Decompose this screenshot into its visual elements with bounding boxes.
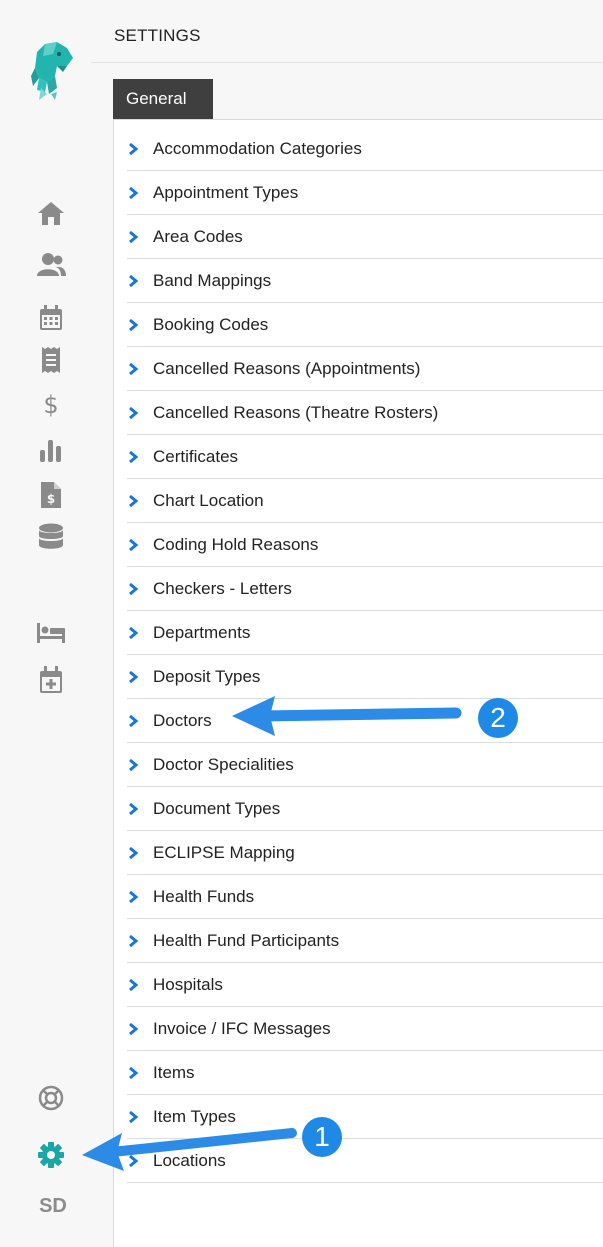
- settings-list-item[interactable]: Certificates: [127, 435, 603, 479]
- chevron-right-icon: [129, 934, 139, 947]
- settings-list-item[interactable]: Band Mappings: [127, 259, 603, 303]
- chevron-right-icon: [129, 846, 139, 859]
- chevron-right-icon: [129, 1066, 139, 1079]
- settings-list-item-label: Doctors: [153, 710, 212, 730]
- database-icon[interactable]: [36, 522, 66, 552]
- chevron-right-icon: [129, 362, 139, 375]
- settings-list-item[interactable]: Hospitals: [127, 963, 603, 1007]
- settings-list-item-label: Booking Codes: [153, 314, 269, 334]
- help-icon[interactable]: [36, 1083, 66, 1113]
- settings-list-item[interactable]: Health Funds: [127, 875, 603, 919]
- settings-list-item[interactable]: Items: [127, 1051, 603, 1095]
- settings-list-item-label: Accommodation Categories: [153, 138, 362, 158]
- settings-list-item[interactable]: Doctors: [127, 699, 603, 743]
- chevron-right-icon: [129, 494, 139, 507]
- calendar-add-icon[interactable]: [36, 665, 66, 695]
- chevron-right-icon: [129, 670, 139, 683]
- settings-list-item-label: Document Types: [153, 798, 281, 818]
- annotation-badge-2-label: 2: [490, 702, 506, 733]
- annotation-badge-2: 2: [478, 698, 518, 738]
- invoice-icon[interactable]: $: [36, 480, 66, 510]
- tab-general-label: General: [126, 89, 187, 108]
- settings-list-item-label: Health Fund Participants: [153, 930, 340, 950]
- svg-text:$: $: [47, 492, 55, 506]
- chevron-right-icon: [129, 626, 139, 639]
- settings-list-item-label: Health Funds: [153, 886, 255, 906]
- settings-list-item-label: Chart Location: [153, 490, 264, 510]
- settings-list-item[interactable]: Accommodation Categories: [127, 127, 603, 171]
- settings-list-item-label: Certificates: [153, 446, 239, 466]
- settings-list-item[interactable]: Coding Hold Reasons: [127, 523, 603, 567]
- billing-icon[interactable]: $: [36, 390, 66, 420]
- page-title: SETTINGS: [114, 26, 201, 45]
- settings-list-item[interactable]: Booking Codes: [127, 303, 603, 347]
- chevron-right-icon: [129, 1110, 139, 1123]
- patients-icon[interactable]: [36, 250, 66, 280]
- settings-icon[interactable]: [36, 1140, 66, 1170]
- settings-list-item[interactable]: Departments: [127, 611, 603, 655]
- settings-list-item-label: Cancelled Reasons (Appointments): [153, 358, 421, 378]
- settings-list-item-label: Appointment Types: [153, 182, 299, 202]
- left-sidebar: $ $ SD: [0, 0, 92, 1247]
- settings-list-item-label: Band Mappings: [153, 270, 272, 290]
- settings-list-item[interactable]: ECLIPSE Mapping: [127, 831, 603, 875]
- settings-list: Accommodation Categories Appointment Type…: [127, 127, 603, 1183]
- bed-icon[interactable]: [36, 618, 66, 648]
- settings-list-item-label: Coding Hold Reasons: [153, 534, 319, 554]
- settings-list-item-label: Item Types: [153, 1106, 236, 1126]
- chevron-right-icon: [129, 230, 139, 243]
- chevron-right-icon: [129, 978, 139, 991]
- receipt-icon[interactable]: [36, 345, 66, 375]
- settings-list-item[interactable]: Invoice / IFC Messages: [127, 1007, 603, 1051]
- settings-list-item[interactable]: Document Types: [127, 787, 603, 831]
- settings-list-item-label: Locations: [153, 1150, 226, 1170]
- settings-list-item-label: Items: [153, 1062, 195, 1082]
- chevron-right-icon: [129, 582, 139, 595]
- chevron-right-icon: [129, 714, 139, 727]
- dollar-glyph: $: [43, 391, 59, 419]
- annotation-badge-1-label: 1: [314, 1121, 330, 1152]
- settings-list-item-label: Deposit Types: [153, 666, 261, 686]
- settings-list-item-label: Checkers - Letters: [153, 578, 292, 598]
- settings-list-item-label: Cancelled Reasons (Theatre Rosters): [153, 402, 439, 422]
- home-icon[interactable]: [36, 198, 66, 228]
- chevron-right-icon: [129, 538, 139, 551]
- annotation-badge-1: 1: [302, 1117, 342, 1157]
- chevron-right-icon: [129, 1154, 139, 1167]
- chevron-right-icon: [129, 450, 139, 463]
- settings-list-item[interactable]: Doctor Specialities: [127, 743, 603, 787]
- calendar-icon[interactable]: [36, 303, 66, 333]
- chevron-right-icon: [129, 758, 139, 771]
- settings-list-item-label: Doctor Specialities: [153, 754, 294, 774]
- chevron-right-icon: [129, 1022, 139, 1035]
- chevron-right-icon: [129, 802, 139, 815]
- reports-icon[interactable]: [36, 435, 66, 465]
- page-header: SETTINGS: [91, 0, 603, 63]
- settings-list-item-label: Departments: [153, 622, 251, 642]
- settings-list-item[interactable]: Area Codes: [127, 215, 603, 259]
- settings-list-item[interactable]: Cancelled Reasons (Theatre Rosters): [127, 391, 603, 435]
- settings-list-item[interactable]: Appointment Types: [127, 171, 603, 215]
- chevron-right-icon: [129, 890, 139, 903]
- chevron-right-icon: [129, 186, 139, 199]
- settings-list-item[interactable]: Checkers - Letters: [127, 567, 603, 611]
- settings-list-item[interactable]: Locations: [127, 1139, 603, 1183]
- chevron-right-icon: [129, 318, 139, 331]
- settings-list-item-label: Hospitals: [153, 974, 223, 994]
- user-initials-avatar[interactable]: SD: [33, 1195, 73, 1218]
- chevron-right-icon: [129, 406, 139, 419]
- settings-list-item[interactable]: Cancelled Reasons (Appointments): [127, 347, 603, 391]
- chevron-right-icon: [129, 142, 139, 155]
- settings-list-item[interactable]: Deposit Types: [127, 655, 603, 699]
- settings-list-item[interactable]: Health Fund Participants: [127, 919, 603, 963]
- settings-list-item-label: ECLIPSE Mapping: [153, 842, 295, 862]
- settings-list-item[interactable]: Chart Location: [127, 479, 603, 523]
- tab-general[interactable]: General: [113, 79, 213, 119]
- app-logo-icon[interactable]: [27, 42, 77, 102]
- settings-list-item-label: Invoice / IFC Messages: [153, 1018, 331, 1038]
- chevron-right-icon: [129, 274, 139, 287]
- settings-list-item-label: Area Codes: [153, 226, 243, 246]
- settings-list-item[interactable]: Item Types: [127, 1095, 603, 1139]
